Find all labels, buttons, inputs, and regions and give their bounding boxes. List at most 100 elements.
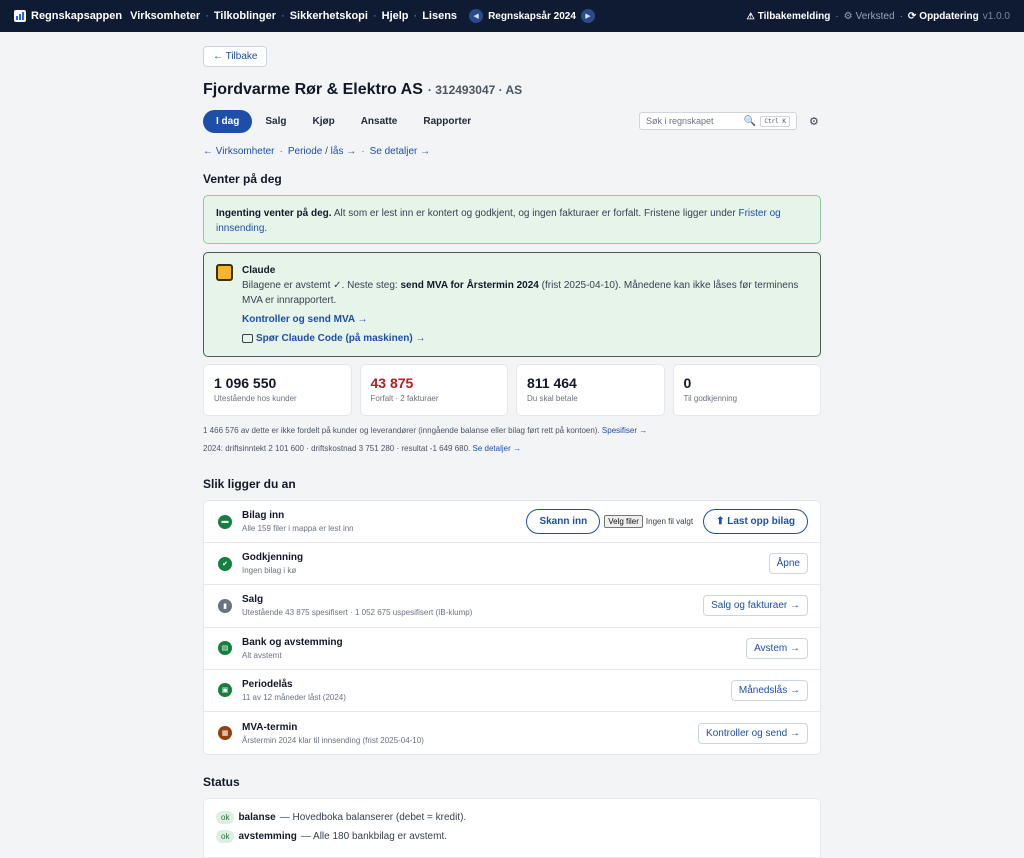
scan-button[interactable]: Skann inn: [526, 509, 601, 535]
claude-name: Claude: [242, 265, 276, 276]
company-org-number: · 312493047 · AS: [427, 83, 523, 97]
top-navbar: Regnskapsappen Virksomheter · Tilkobling…: [0, 0, 1024, 32]
crumb-virksomheter[interactable]: ← Virksomheter: [203, 146, 275, 157]
nav-virksomheter[interactable]: Virksomheter: [130, 10, 200, 22]
nav-lisens[interactable]: Lisens: [422, 10, 457, 22]
ask-claude-link[interactable]: Spør Claude Code (på maskinen) →: [242, 331, 808, 346]
app-logo-icon: [14, 10, 26, 22]
list-item: ▣ Periodelås 11 av 12 måneder låst (2024…: [204, 670, 820, 712]
prev-year-icon[interactable]: ◀: [469, 9, 484, 23]
main-content: ← Tilbake Fjordvarme Rør & Elektro AS · …: [203, 46, 821, 858]
upload-button[interactable]: ⬆ Last opp bilag: [703, 509, 808, 535]
company-header: Fjordvarme Rør & Elektro AS · 312493047 …: [203, 81, 821, 99]
tabs-row: I dag Salg Kjøp Ansatte Rapporter Søk i …: [203, 109, 821, 133]
warning-icon: ⚠: [746, 10, 755, 21]
gear-icon: ⚙: [843, 10, 853, 22]
waiting-title: Venter på deg: [203, 172, 282, 186]
main-nav: Virksomheter · Tilkoblinger · Sikkerhets…: [130, 10, 458, 22]
open-approval-button[interactable]: Åpne: [768, 553, 808, 575]
list-item: ▤ Bank og avstemming Alt avstemt Avstem …: [204, 628, 820, 670]
back-button[interactable]: ← Tilbake: [203, 46, 268, 67]
top-right-actions: ⚠ Tilbakemelding · ⚙ Verksted · ⟳ Oppdateri…: [746, 10, 1010, 22]
version-label: v1.0.0: [982, 10, 1010, 22]
file-status: Ingen fil valgt: [645, 517, 694, 527]
status-badge: ok: [216, 811, 235, 825]
document-icon: ▮: [218, 598, 232, 613]
tab-i-dag[interactable]: I dag: [203, 109, 253, 133]
reconcile-button[interactable]: Avstem →: [746, 637, 808, 659]
workshop-link[interactable]: ⚙ Verksted: [844, 11, 895, 22]
nav-tilkoblinger[interactable]: Tilkoblinger: [214, 10, 276, 22]
crumb-detaljer[interactable]: Se detaljer →: [370, 146, 431, 157]
status-line: ok avstemming — Alle 180 bankbilag er av…: [216, 830, 808, 844]
status-badge: ok: [216, 830, 235, 844]
file-input[interactable]: Velg filer Ingen fil valgt: [604, 515, 694, 529]
stat-value: 43 875: [370, 375, 414, 391]
alert-text: Alt som er lest inn er kontert og godkje…: [333, 208, 736, 219]
claude-note-icon: [216, 264, 233, 281]
feedback-link[interactable]: ⚠ Tilbakemelding: [747, 11, 831, 22]
next-year-icon[interactable]: ▶: [580, 9, 595, 23]
check-icon: ✔: [218, 556, 232, 571]
year-label: Regnskapsår 2024: [488, 10, 576, 22]
lock-icon: ▣: [218, 683, 232, 698]
breadcrumb: ← Virksomheter · Periode / lås → · Se de…: [203, 146, 431, 157]
search-input[interactable]: Søk i regnskapet 🔍 Ctrl K: [639, 112, 797, 130]
list-item: ✔ Godkjenning Ingen bilag i kø Åpne: [204, 543, 820, 586]
overview-title: Slik ligger du an: [203, 477, 296, 491]
unallocated-note: 1 466 576 av dette er ikke fordelt på ku…: [203, 426, 648, 435]
claude-body: Claude Bilagene er avstemt ✓. Neste steg…: [242, 263, 808, 346]
stat-value: 0: [683, 375, 692, 391]
tab-salg[interactable]: Salg: [252, 110, 299, 133]
result-details-link[interactable]: Se detaljer →: [473, 444, 521, 453]
nothing-waiting-alert: Ingenting venter på deg. Alt som er lest…: [203, 195, 821, 244]
status-title: Status: [203, 775, 240, 790]
claude-panel: Claude Bilagene er avstemt ✓. Neste steg…: [203, 252, 821, 357]
company-name: Fjordvarme Rør & Elektro AS: [203, 81, 423, 98]
search-placeholder: Søk i regnskapet: [646, 116, 714, 126]
stat-card-overdue[interactable]: 43 875 Forfalt · 2 fakturaer: [359, 364, 508, 416]
bank-icon: ▤: [218, 641, 232, 656]
stat-card-approval[interactable]: 0 Til godkjenning: [672, 364, 821, 416]
stats-row: 1 096 550 Utestående hos kunder 43 875 F…: [203, 364, 821, 416]
year-switcher: ◀ Regnskapsår 2024 ▶: [469, 9, 595, 23]
brand-name: Regnskapsappen: [31, 10, 123, 22]
list-item: ▬ Bilag inn Alle 159 filer i mappa er le…: [204, 501, 820, 544]
sales-invoices-button[interactable]: Salg og fakturaer →: [703, 595, 808, 617]
speech-bubble-icon: [242, 334, 253, 343]
specify-link[interactable]: Spesifiser →: [602, 426, 647, 435]
shortcut-hint: Ctrl K: [760, 115, 790, 127]
stat-label: Forfalt · 2 fakturaer: [370, 394, 439, 403]
search-icon: 🔍: [743, 115, 757, 127]
brand[interactable]: Regnskapsappen: [14, 10, 122, 22]
choose-files-button[interactable]: Velg filer: [604, 515, 643, 529]
stat-value: 1 096 550: [214, 375, 277, 391]
refresh-icon: ⟳: [907, 10, 917, 22]
update-link[interactable]: ⟳ Oppdatering: [908, 11, 979, 22]
result-note: 2024: driftsinntekt 2 101 600 · driftsko…: [203, 444, 521, 453]
inbox-icon: ▬: [218, 514, 232, 529]
check-send-button[interactable]: Kontroller og send →: [698, 722, 808, 744]
crumb-periode[interactable]: Periode / lås →: [288, 146, 356, 157]
send-mva-link[interactable]: Kontroller og send MVA →: [242, 312, 808, 327]
month-lock-button[interactable]: Månedslås →: [730, 679, 808, 701]
tab-ansatte[interactable]: Ansatte: [348, 110, 411, 133]
status-line: ok balanse — Hovedboka balanserer (debet…: [216, 811, 808, 825]
stat-card-payables[interactable]: 811 464 Du skal betale: [516, 364, 665, 416]
stat-label: Utestående hos kunder: [214, 394, 297, 403]
stat-card-receivables[interactable]: 1 096 550 Utestående hos kunder: [203, 364, 352, 416]
settings-gear-icon[interactable]: ⚙: [809, 115, 821, 128]
calendar-icon: ▦: [218, 726, 232, 741]
overview-list: ▬ Bilag inn Alle 159 filer i mappa er le…: [203, 500, 821, 756]
list-item: ▮ Salg Utestående 43 875 spesifisert · 1…: [204, 585, 820, 628]
stat-label: Du skal betale: [527, 394, 578, 403]
tab-kjop[interactable]: Kjøp: [299, 110, 347, 133]
stat-label: Til godkjenning: [683, 394, 738, 403]
claude-message: Bilagene er avstemt ✓. Neste steg: send …: [242, 280, 799, 306]
alert-bold: Ingenting venter på deg.: [216, 208, 332, 219]
tab-rapporter[interactable]: Rapporter: [410, 110, 484, 133]
nav-sikkerhetskopi[interactable]: Sikkerhetskopi: [290, 10, 368, 22]
nav-hjelp[interactable]: Hjelp: [382, 10, 409, 22]
list-item: ▦ MVA-termin Årstermin 2024 klar til inn…: [204, 712, 820, 754]
stat-value: 811 464: [527, 375, 577, 391]
